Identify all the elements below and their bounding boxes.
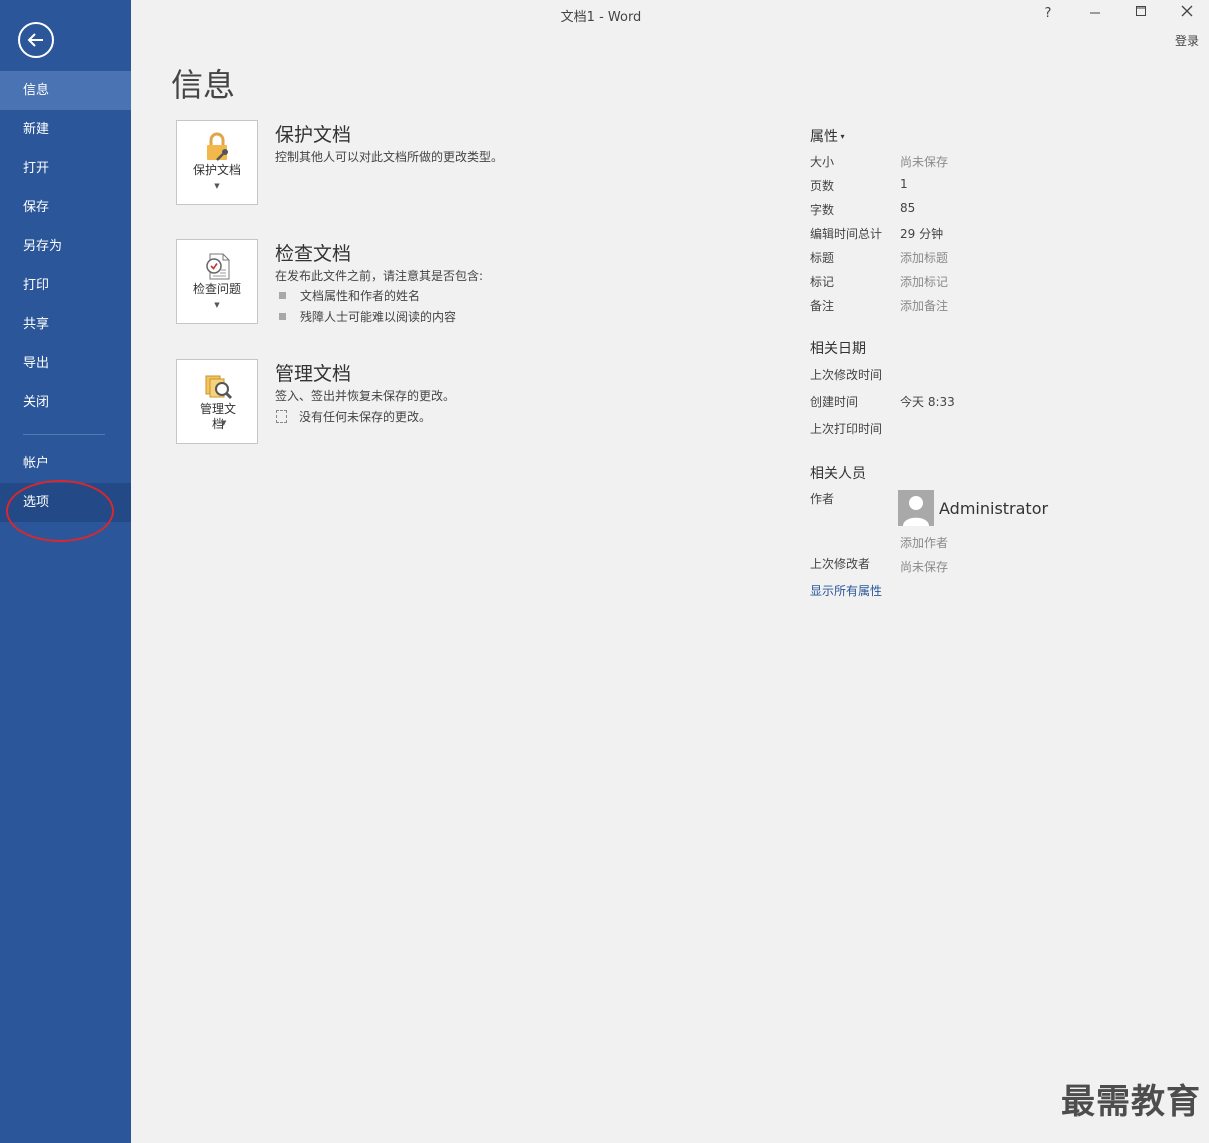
add-title-field[interactable]: 添加标题 (900, 249, 948, 266)
chevron-down-icon: ▼ (221, 419, 227, 427)
check-issues-tile-label: 检查问题 (192, 282, 241, 296)
prop-value-pages: 1 (900, 177, 908, 191)
related-dates-heading: 相关日期 (810, 341, 866, 357)
window-title: 文档1 - Word (560, 10, 642, 25)
highlight-circle-annotation (6, 480, 114, 542)
prop-value-edit-time: 29 分钟 (900, 227, 944, 241)
prop-label-title: 标题 (810, 251, 835, 265)
prop-label-tags: 标记 (810, 275, 835, 289)
inspect-document-icon (206, 253, 230, 280)
document-dashed-icon (276, 410, 287, 423)
related-people-heading: 相关人员 (810, 466, 866, 482)
help-button[interactable]: ? (1033, 4, 1063, 24)
nav-export[interactable]: 导出 (0, 344, 131, 383)
nav-save-as[interactable]: 另存为 (0, 227, 131, 266)
minimize-button[interactable] (1080, 4, 1110, 24)
properties-dropdown[interactable]: 属性 ▾ (810, 126, 845, 146)
date-label-last-modified: 上次修改时间 (810, 368, 883, 382)
bullet-square-icon (279, 313, 286, 320)
chevron-down-icon: ▾ (838, 132, 845, 141)
manage-document-description: 签入、签出并恢复未保存的更改。 (275, 389, 456, 403)
close-icon (1181, 5, 1193, 17)
nav-share[interactable]: 共享 (0, 305, 131, 344)
user-silhouette-icon (903, 496, 929, 526)
properties-heading: 属性 (810, 129, 838, 145)
manage-document-tile-label: 管理文档 (199, 402, 236, 431)
inspect-bullet-item: 文档属性和作者的姓名 (279, 287, 420, 304)
back-arrow-icon (27, 33, 43, 47)
minimize-icon (1090, 12, 1100, 14)
add-tags-field[interactable]: 添加标记 (900, 273, 948, 290)
inspect-document-description: 在发布此文件之前，请注意其是否包含: (275, 269, 484, 283)
author-name[interactable]: Administrator (939, 499, 1048, 518)
prop-label-pages: 页数 (810, 179, 835, 193)
date-label-last-printed: 上次打印时间 (810, 422, 883, 436)
nav-print[interactable]: 打印 (0, 266, 131, 305)
inspect-document-heading: 检查文档 (275, 243, 352, 265)
prop-label-comments: 备注 (810, 299, 835, 313)
nav-divider (23, 434, 105, 435)
date-label-created: 创建时间 (810, 395, 859, 409)
show-all-properties-link[interactable]: 显示所有属性 (810, 582, 882, 599)
protect-document-tile-label: 保护文档 (192, 163, 241, 177)
maximize-button[interactable] (1126, 4, 1156, 24)
nav-save[interactable]: 保存 (0, 188, 131, 227)
prop-label-words: 字数 (810, 203, 835, 217)
nav-open[interactable]: 打开 (0, 149, 131, 188)
protect-document-heading: 保护文档 (275, 124, 352, 146)
manage-document-icon (205, 375, 233, 400)
inspect-bullet-text: 文档属性和作者的姓名 (300, 289, 421, 303)
signin-link[interactable]: 登录 (1175, 32, 1199, 49)
title-bar: 文档1 - Word ? (131, 0, 1209, 30)
prop-value-size: 尚未保存 (900, 155, 949, 169)
author-label: 作者 (810, 492, 835, 506)
add-comments-field[interactable]: 添加备注 (900, 297, 948, 314)
avatar (898, 490, 934, 526)
nav-info[interactable]: 信息 (0, 71, 131, 110)
backstage-sidebar: 信息 新建 打开 保存 另存为 打印 共享 导出 关闭 帐户 选项 (0, 0, 131, 1143)
prop-label-size: 大小 (810, 155, 835, 169)
prop-value-words: 85 (900, 201, 916, 215)
last-modified-by-value: 尚未保存 (900, 560, 949, 574)
manage-document-heading: 管理文档 (275, 363, 352, 385)
chevron-down-icon: ▼ (214, 301, 220, 309)
inspect-bullet-item: 残障人士可能难以阅读的内容 (279, 308, 456, 325)
page-title: 信息 (171, 66, 236, 104)
prop-label-edit-time: 编辑时间总计 (810, 227, 883, 241)
add-author-field[interactable]: 添加作者 (900, 534, 948, 551)
nav-account[interactable]: 帐户 (0, 444, 131, 483)
date-value-created: 今天 8:33 (900, 395, 955, 409)
manage-document-button[interactable]: 管理文档 ▼ (176, 359, 258, 444)
unsaved-changes-text: 没有任何未保存的更改。 (299, 410, 432, 424)
lock-key-icon (207, 132, 228, 161)
check-issues-button[interactable]: 检查问题 ▼ (176, 239, 258, 324)
watermark-logo: 最需教育 (1061, 1082, 1201, 1122)
unsaved-changes-note: 没有任何未保存的更改。 (276, 408, 431, 425)
nav-new[interactable]: 新建 (0, 110, 131, 149)
protect-document-button[interactable]: 保护文档 ▼ (176, 120, 258, 205)
protect-document-description: 控制其他人可以对此文档所做的更改类型。 (275, 150, 504, 164)
last-modified-by-label: 上次修改者 (810, 557, 871, 571)
back-button[interactable] (18, 22, 54, 58)
maximize-icon (1136, 6, 1146, 16)
bullet-square-icon (279, 292, 286, 299)
close-button[interactable] (1172, 4, 1202, 24)
inspect-bullet-text: 残障人士可能难以阅读的内容 (300, 310, 457, 324)
nav-close[interactable]: 关闭 (0, 383, 131, 422)
chevron-down-icon: ▼ (214, 182, 220, 190)
